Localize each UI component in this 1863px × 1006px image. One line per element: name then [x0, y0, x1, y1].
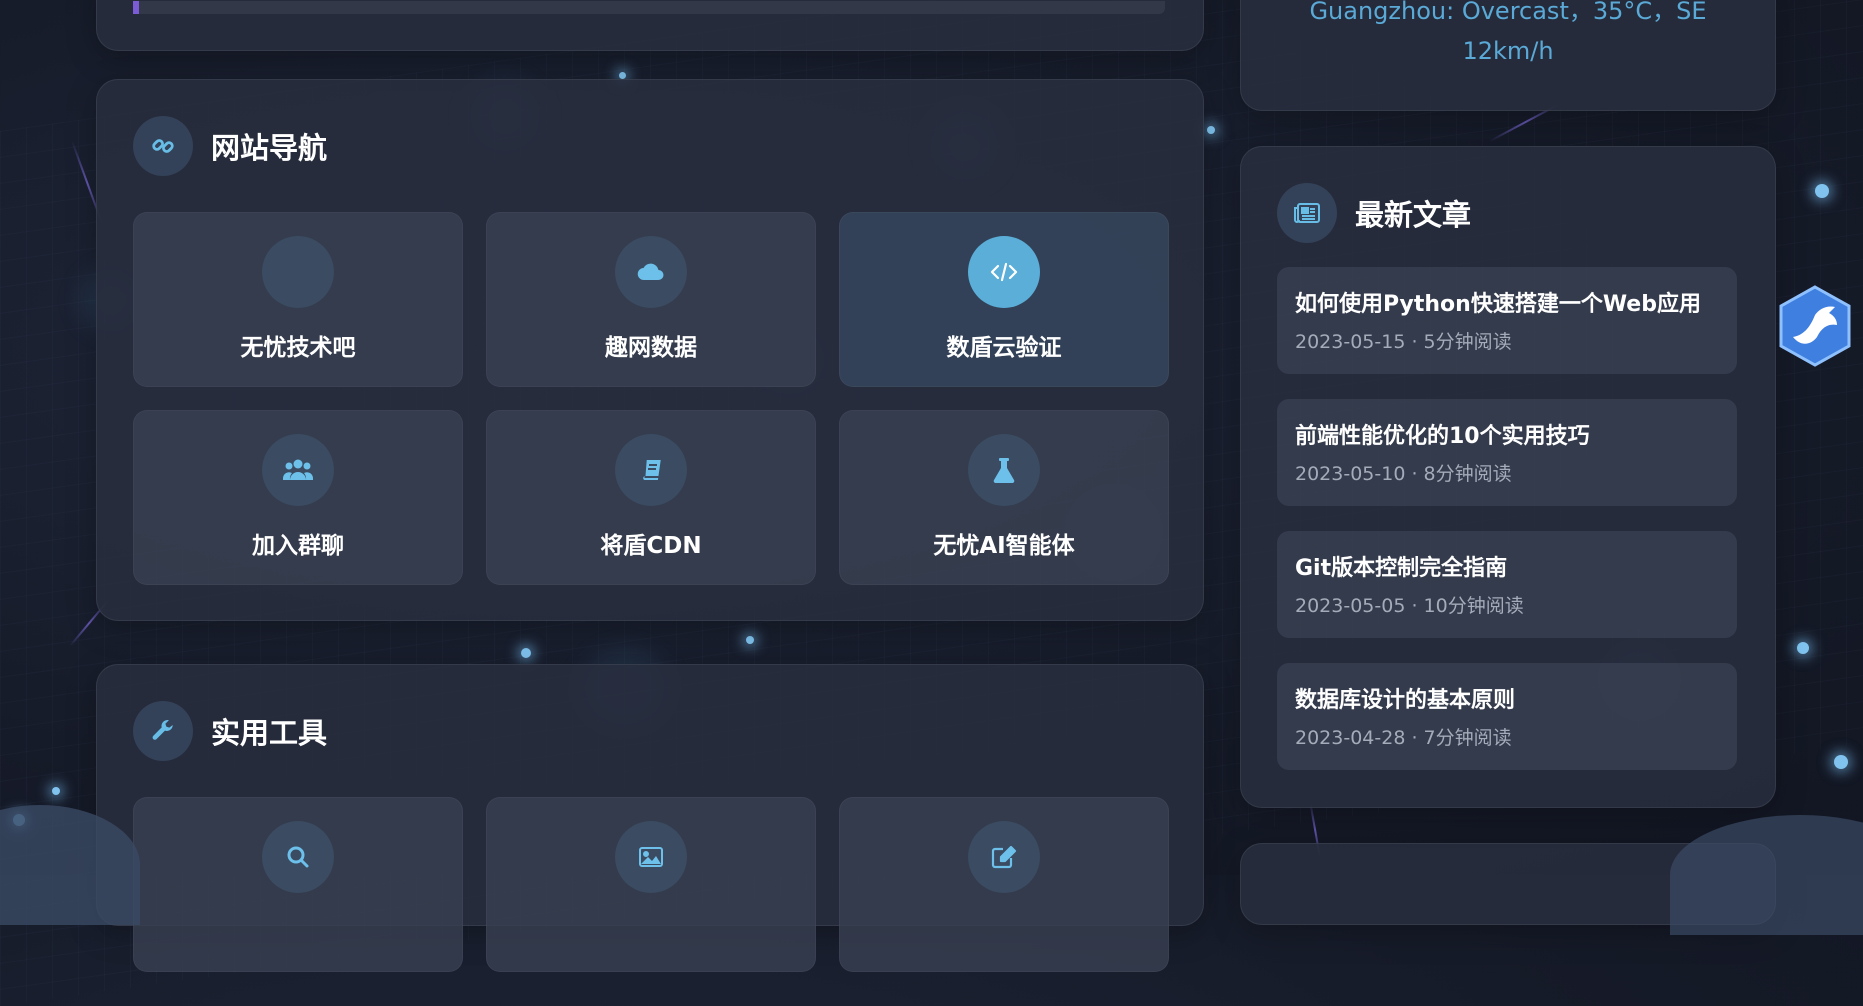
nav-item-shudun-verify[interactable]: 数盾云验证: [839, 212, 1169, 387]
article-title: 如何使用Python快速搭建一个Web应用: [1295, 292, 1701, 317]
decor-dot: [1797, 642, 1809, 654]
tools-card-header: 实用工具: [133, 701, 327, 761]
nav-item-wuyou-ai[interactable]: 无忧AI智能体: [839, 410, 1169, 585]
article-meta: 2023-05-10 · 8分钟阅读: [1295, 463, 1512, 485]
nav-item-join-group[interactable]: 加入群聊: [133, 410, 463, 585]
nav-card-header: 网站导航: [133, 116, 327, 176]
weather-line-2: 12km/h: [1462, 37, 1554, 65]
progress-accent: [133, 1, 139, 14]
weather-card: Guangzhou: Overcast，35°C，SE 12km/h: [1240, 0, 1776, 111]
articles-card-title: 最新文章: [1355, 198, 1472, 232]
image-icon: [615, 821, 687, 893]
previous-card: [96, 0, 1204, 51]
cloud-icon: [615, 236, 687, 308]
weather-line-1: Guangzhou: Overcast，35°C，SE: [1309, 0, 1707, 25]
blank-circle-icon: [262, 236, 334, 308]
article-meta: 2023-05-05 · 10分钟阅读: [1295, 595, 1524, 617]
progress-track: [133, 1, 1165, 14]
nav-item-label: 无忧技术吧: [240, 335, 356, 361]
link-icon: [133, 116, 193, 176]
nav-item-label: 无忧AI智能体: [933, 533, 1075, 559]
decor-dot: [521, 648, 531, 658]
nav-item-quwang-data[interactable]: 趣网数据: [486, 212, 816, 387]
article-title: 前端性能优化的10个实用技巧: [1295, 424, 1590, 449]
article-item[interactable]: 数据库设计的基本原则 2023-04-28 · 7分钟阅读: [1277, 663, 1737, 770]
nav-item-label: 趣网数据: [605, 335, 697, 361]
book-icon: [615, 434, 687, 506]
decor-dot: [1207, 126, 1215, 134]
nav-item-label: 数盾云验证: [946, 335, 1062, 361]
articles-card-header: 最新文章: [1277, 183, 1471, 243]
latest-articles-card: 最新文章 如何使用Python快速搭建一个Web应用 2023-05-15 · …: [1240, 146, 1776, 808]
wrench-icon: [133, 701, 193, 761]
article-meta: 2023-05-15 · 5分钟阅读: [1295, 331, 1512, 353]
article-title: 数据库设计的基本原则: [1295, 688, 1516, 713]
flask-icon: [968, 434, 1040, 506]
article-meta: 2023-04-28 · 7分钟阅读: [1295, 727, 1512, 749]
newspaper-icon: [1277, 183, 1337, 243]
edit-icon: [968, 821, 1040, 893]
nav-item-label: 加入群聊: [252, 533, 344, 559]
decor-dot: [1834, 755, 1848, 769]
users-icon: [262, 434, 334, 506]
tools-card-title: 实用工具: [211, 716, 328, 750]
article-title: Git版本控制完全指南: [1295, 556, 1508, 581]
article-item[interactable]: 前端性能优化的10个实用技巧 2023-05-10 · 8分钟阅读: [1277, 399, 1737, 506]
weather-info: Guangzhou: Overcast，35°C，SE 12km/h: [1241, 0, 1775, 71]
nav-card-title: 网站导航: [211, 131, 328, 165]
decor-dot: [619, 72, 626, 79]
decor-dot: [1815, 184, 1829, 198]
code-icon: [968, 236, 1040, 308]
decor-dot: [746, 636, 754, 644]
floating-bird-button[interactable]: [1777, 285, 1853, 367]
nav-item-wuyou-tech[interactable]: 无忧技术吧: [133, 212, 463, 387]
decor-hill-right: [1670, 815, 1863, 935]
tool-item-image[interactable]: [486, 797, 816, 972]
utility-tools-card: 实用工具: [96, 664, 1204, 972]
tool-item-edit[interactable]: [839, 797, 1169, 972]
nav-item-label: 将盾CDN: [600, 533, 702, 559]
decor-dot: [52, 787, 60, 795]
nav-item-jiangdun-cdn[interactable]: 将盾CDN: [486, 410, 816, 585]
bird-icon: [1779, 285, 1851, 367]
article-item[interactable]: 如何使用Python快速搭建一个Web应用 2023-05-15 · 5分钟阅读: [1277, 267, 1737, 374]
site-navigation-card: 网站导航 无忧技术吧 趣网数据 数盾云验证 加入群聊 将盾CDN 无忧AI智能体: [96, 79, 1204, 621]
search-icon: [262, 821, 334, 893]
tool-item-search[interactable]: [133, 797, 463, 972]
article-item[interactable]: Git版本控制完全指南 2023-05-05 · 10分钟阅读: [1277, 531, 1737, 638]
